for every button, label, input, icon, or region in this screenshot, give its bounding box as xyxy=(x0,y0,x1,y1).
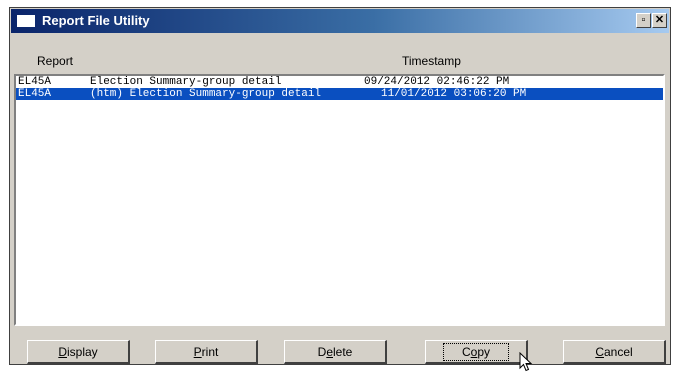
window-icon xyxy=(17,15,35,27)
column-header-timestamp: Timestamp xyxy=(402,54,461,68)
list-item-selected[interactable]: EL45A (htm) Election Summary-group detai… xyxy=(16,88,663,100)
restore-icon[interactable]: ▫ xyxy=(636,13,651,28)
report-code: EL45A xyxy=(18,88,52,100)
list-item[interactable]: EL45A Election Summary-group detail 09/2… xyxy=(16,76,663,88)
delete-mnemonic: e xyxy=(326,344,333,359)
display-mnemonic: D xyxy=(58,344,67,359)
print-label-rest: rint xyxy=(201,344,219,359)
cancel-button[interactable]: Cancel xyxy=(563,340,666,364)
report-list[interactable]: EL45A Election Summary-group detail 09/2… xyxy=(14,74,665,326)
copy-button[interactable]: Copy xyxy=(425,340,528,364)
column-header-report: Report xyxy=(37,54,74,68)
copy-label-rest: py xyxy=(477,344,491,359)
report-timestamp: 09/24/2012 02:46:22 PM xyxy=(364,76,510,88)
display-label-rest: isplay xyxy=(66,344,98,359)
report-timestamp: 11/01/2012 03:06:20 PM xyxy=(381,88,527,100)
print-button[interactable]: Print xyxy=(155,340,258,364)
report-code: EL45A xyxy=(18,76,52,88)
report-description: (htm) Election Summary-group detail xyxy=(90,88,322,100)
display-button[interactable]: Display xyxy=(27,340,130,364)
print-mnemonic: P xyxy=(193,344,202,359)
delete-label-pre: D xyxy=(317,344,327,359)
title-bar[interactable]: Report File Utility ▫ ✕ xyxy=(11,9,669,33)
delete-label-rest: lete xyxy=(333,344,353,359)
copy-label-pre: C xyxy=(461,344,471,359)
report-file-utility-window: Report File Utility ▫ ✕ Report Timestamp… xyxy=(9,7,671,372)
cancel-mnemonic: C xyxy=(595,344,604,359)
window-title: Report File Utility xyxy=(42,13,150,28)
delete-button[interactable]: De lete xyxy=(284,340,387,364)
copy-focus-rect: Copy xyxy=(442,342,510,361)
cancel-label-rest: ancel xyxy=(603,344,633,359)
close-icon[interactable]: ✕ xyxy=(652,13,667,28)
report-description: Election Summary-group detail xyxy=(90,76,282,88)
